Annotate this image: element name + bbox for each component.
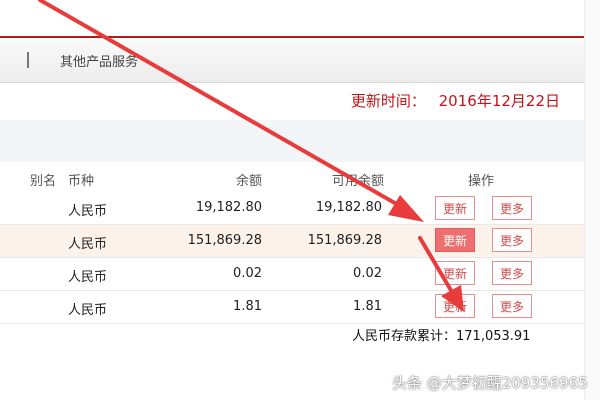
update-time-label: 更新时间： xyxy=(350,92,426,110)
update-button[interactable]: 更新 xyxy=(435,228,475,252)
update-button[interactable]: 更新 xyxy=(435,261,475,285)
cell-currency: 人民币 xyxy=(68,270,108,285)
cell-available: 19,182.80 xyxy=(315,200,382,215)
watermark: 头条 @大梦初醒209356965 xyxy=(392,374,588,392)
cell-available: 0.02 xyxy=(353,266,382,281)
scrollbar-track[interactable] xyxy=(584,0,600,400)
filter-band xyxy=(0,120,584,162)
header-balance: 余额 xyxy=(235,174,262,189)
cell-currency: 人民币 xyxy=(68,237,108,252)
update-button[interactable]: 更新 xyxy=(435,294,475,318)
top-strip xyxy=(0,0,600,36)
header-available: 可用余额 xyxy=(331,174,384,189)
header-currency: 币种 xyxy=(68,174,95,189)
update-time: 更新时间： 2016年12月22日 xyxy=(351,90,560,111)
cell-currency: 人民币 xyxy=(68,204,108,219)
cell-balance: 19,182.80 xyxy=(195,200,262,215)
more-button[interactable]: 更多 xyxy=(492,196,532,220)
header-ops: 操作 xyxy=(468,174,495,189)
header-alias: 别名 xyxy=(30,174,57,189)
cell-currency: 人民币 xyxy=(68,303,108,318)
update-time-date: 2016年12月22日 xyxy=(438,92,560,110)
cell-balance: 0.02 xyxy=(233,266,262,281)
cell-balance: 1.81 xyxy=(233,299,262,314)
cell-balance: 151,869.28 xyxy=(187,233,262,248)
deposit-summary: 人民币存款累计：171,053.91 xyxy=(352,329,531,344)
more-button[interactable]: 更多 xyxy=(492,228,532,252)
tab-other-products[interactable]: 其他产品服务 xyxy=(60,51,138,70)
tab-separator xyxy=(27,52,29,68)
more-button[interactable]: 更多 xyxy=(492,294,532,318)
more-button[interactable]: 更多 xyxy=(492,261,532,285)
cell-available: 1.81 xyxy=(353,299,382,314)
cell-available: 151,869.28 xyxy=(307,233,382,248)
update-button[interactable]: 更新 xyxy=(435,196,475,220)
